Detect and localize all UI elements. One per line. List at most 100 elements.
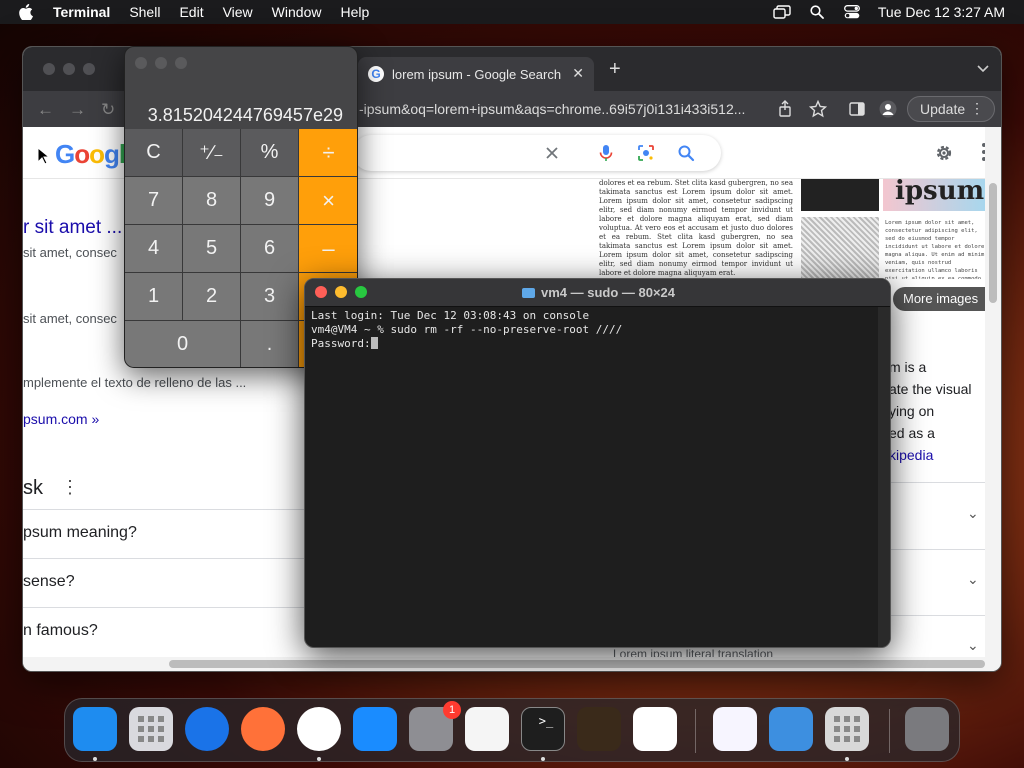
lens-search-icon[interactable] [637,144,655,162]
screen-mirroring-icon[interactable] [773,3,791,21]
close-window-button[interactable] [43,63,55,75]
spotlight-search-icon[interactable] [808,3,826,21]
clear-search-icon[interactable] [543,144,561,162]
wikipedia-link[interactable]: kipedia [889,447,933,463]
paa-question[interactable]: sense? [23,558,323,607]
calc-key-2[interactable]: 2 [183,273,241,321]
more-images-button[interactable]: More images [893,287,987,311]
dock: 1 >_ [64,698,960,762]
dock-finder-icon[interactable] [73,707,117,751]
mouse-pointer-icon [37,147,49,165]
settings-gear-icon[interactable] [933,142,955,164]
forward-arrow-icon[interactable]: → [69,100,86,120]
new-tab-icon[interactable]: + [609,59,621,79]
calc-key-6[interactable]: 6 [241,225,299,273]
terminal-output[interactable]: Last login: Tue Dec 12 03:08:43 on conso… [311,309,622,351]
dock-system-settings-icon[interactable]: 1 [409,701,461,751]
minimize-window-button[interactable] [335,286,347,298]
horizontal-scrollbar[interactable] [23,657,1001,671]
calc-key-percent[interactable]: % [241,129,299,177]
menu-help[interactable]: Help [340,4,369,20]
expand-chevron-icon[interactable]: ⌄ [967,505,979,522]
close-tab-icon[interactable]: ✕ [572,65,584,82]
dock-weather-icon[interactable] [769,707,813,751]
apple-logo-icon[interactable] [19,4,37,20]
scrollbar-thumb[interactable] [989,183,997,303]
image-result-thumbnail[interactable] [801,179,879,211]
search-input[interactable] [353,135,721,171]
dock-vscode-icon[interactable] [633,707,677,751]
calc-key-multiply[interactable]: × [299,177,357,225]
address-bar[interactable]: -ipsum&oq=lorem+ipsum&aqs=chrome..69i57j… [353,96,773,122]
expand-chevron-icon[interactable]: ⌄ [967,637,979,654]
tab-search-chevron-icon[interactable] [977,65,989,73]
calc-key-clear[interactable]: C [125,129,183,177]
browser-tab[interactable]: G lorem ipsum - Google Search ✕ [358,57,594,91]
minimize-window-button[interactable] [63,63,75,75]
reload-icon[interactable]: ↻ [101,100,115,120]
dock-chrome-icon[interactable] [297,707,341,751]
dock-app-store-icon[interactable] [353,707,397,751]
vertical-scrollbar[interactable] [985,127,1001,659]
calc-key-divide[interactable]: ÷ [299,129,357,177]
calc-key-5[interactable]: 5 [183,225,241,273]
image-result-thumbnail[interactable]: Lorem ipsum dolor sit amet, consectetur … [883,217,987,279]
menu-edit[interactable]: Edit [179,4,203,20]
zoom-window-button[interactable] [355,286,367,298]
image-result-thumbnail[interactable] [801,217,879,279]
menu-shell[interactable]: Shell [129,4,160,20]
calc-key-7[interactable]: 7 [125,177,183,225]
voice-search-icon[interactable] [597,144,615,162]
menu-bar-clock[interactable]: Tue Dec 12 3:27 AM [878,4,1005,20]
menu-window[interactable]: Window [272,4,322,20]
calc-key-1[interactable]: 1 [125,273,183,321]
bookmark-star-icon[interactable] [809,100,827,118]
share-icon[interactable] [776,100,794,118]
side-panel-icon[interactable] [848,100,866,118]
paa-more-options-icon[interactable]: ⋮ [61,477,79,498]
update-button[interactable]: Update ⋮ [907,96,995,122]
calc-key-0[interactable]: 0 [125,321,241,367]
dock-trash-icon[interactable] [905,707,949,751]
paa-question[interactable]: n famous? [23,607,323,656]
search-result-title[interactable]: r sit amet ... [23,217,122,239]
dock-terminal-icon[interactable]: >_ [521,707,565,751]
control-center-icon[interactable] [843,3,861,21]
people-also-ask-heading: sk [23,477,43,499]
calc-key-subtract[interactable]: – [299,225,357,273]
dock-safari-icon[interactable] [185,707,229,751]
menu-app-terminal[interactable]: Terminal [53,4,110,20]
calc-key-9[interactable]: 9 [241,177,299,225]
dock-firefox-icon[interactable] [241,707,285,751]
dock-launchpad-icon[interactable] [129,707,173,751]
image-result-thumbnail[interactable]: ipsum [883,179,987,211]
calc-key-8[interactable]: 8 [183,177,241,225]
image-result-document[interactable]: dolores et ea rebum. Stet clita kasd gub… [593,179,799,279]
calc-key-decimal[interactable]: . [241,321,299,367]
close-window-button[interactable] [315,286,327,298]
calc-key-4[interactable]: 4 [125,225,183,273]
search-icon[interactable] [677,144,695,162]
minimize-window-button[interactable] [155,57,167,69]
dock-textedit-icon[interactable] [465,707,509,751]
terminal-scrollbar[interactable] [878,307,890,647]
result-site-link[interactable]: psum.com » [23,411,99,427]
dock-visual-studio-icon[interactable] [713,707,757,751]
image-results: dolores et ea rebum. Stet clita kasd gub… [593,179,987,289]
paa-question[interactable]: psum meaning? [23,509,323,558]
calc-key-3[interactable]: 3 [241,273,299,321]
more-menu-icon[interactable]: ⋮ [970,100,984,117]
profile-avatar-icon[interactable] [879,100,897,118]
zoom-window-button[interactable] [83,63,95,75]
calc-key-plus-minus[interactable]: ⁺∕₋ [183,129,241,177]
menu-view[interactable]: View [223,4,253,20]
dock-calculator-icon[interactable] [825,707,869,751]
expand-chevron-icon[interactable]: ⌄ [967,571,979,588]
scrollbar-thumb[interactable] [169,660,985,668]
close-window-button[interactable] [135,57,147,69]
zoom-window-button[interactable] [175,57,187,69]
dock-garageband-icon[interactable] [577,707,621,751]
back-arrow-icon[interactable]: ← [37,100,54,120]
result-snippet: sit amet, consec [23,245,117,260]
window-controls [135,57,187,69]
